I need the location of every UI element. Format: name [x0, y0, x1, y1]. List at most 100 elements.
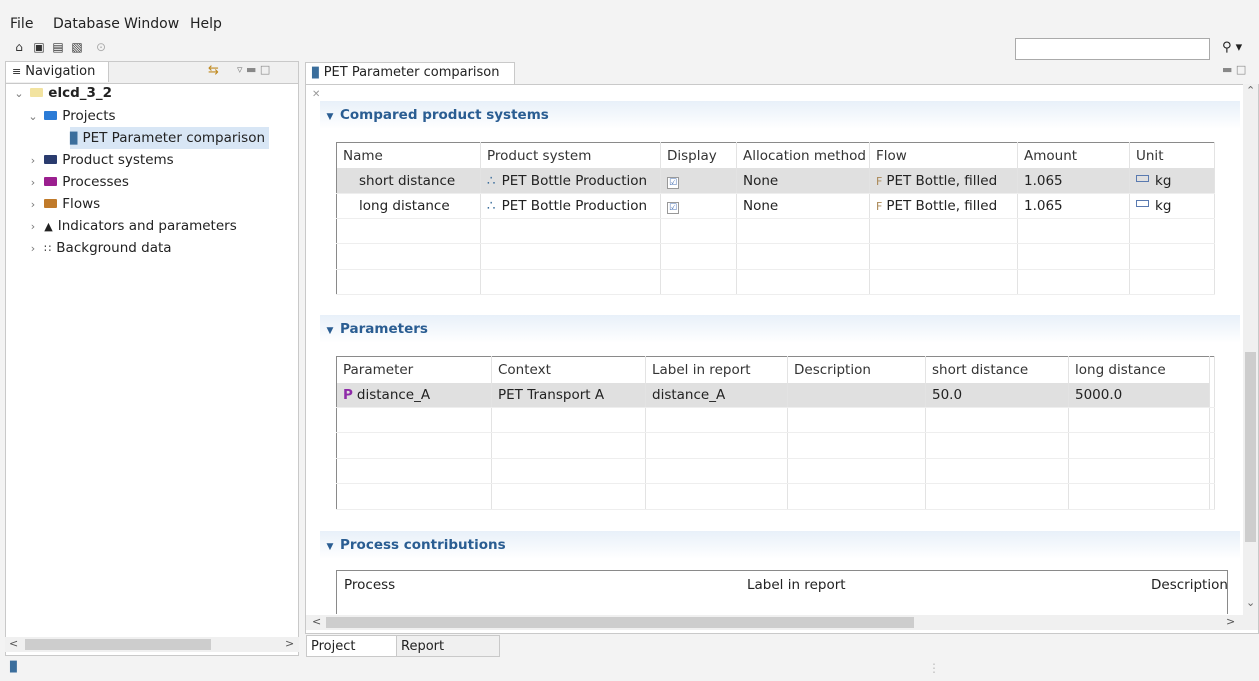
chevron-down-icon[interactable]: ⌄ [26, 106, 40, 128]
cell-flow[interactable]: F PET Bottle, filled [869, 193, 1018, 219]
column-header[interactable]: Allocation method [736, 142, 870, 169]
close-icon[interactable]: ✕ [312, 89, 320, 100]
tree-item-projects[interactable]: ⌄ Projects [26, 105, 115, 128]
cell-amount[interactable]: 1.065 [1017, 168, 1130, 194]
collapse-icon[interactable]: ▼ [320, 103, 340, 131]
cell-description[interactable] [787, 382, 926, 408]
maximize-icon[interactable]: ▬ □ [1222, 63, 1246, 76]
navigation-tab-label: Navigation [25, 64, 96, 79]
section-process-contributions[interactable]: ▼ Process contributions [320, 531, 1240, 559]
column-header[interactable]: Product system [480, 142, 661, 169]
table-row-empty [336, 243, 1215, 270]
menu-bar: File Database Window Help [0, 0, 1259, 36]
cell-display[interactable]: ☑ [660, 193, 737, 219]
menu-file[interactable]: File [10, 16, 33, 32]
navigation-tab[interactable]: ≡ Navigation [6, 62, 109, 82]
scroll-left-icon[interactable]: < [312, 615, 321, 628]
menu-database[interactable]: Database [53, 16, 120, 32]
cell-allocation[interactable]: None [736, 193, 870, 219]
cell-amount[interactable]: 1.065 [1017, 193, 1130, 219]
chevron-right-icon[interactable]: › [26, 194, 40, 216]
column-header[interactable]: short distance [925, 356, 1069, 383]
column-header[interactable]: Description [1151, 577, 1228, 593]
editor-vscrollbar[interactable]: ⌃ ⌄ [1243, 84, 1258, 615]
folder-icon [44, 110, 58, 120]
scroll-left-icon[interactable]: < [9, 637, 18, 650]
cell-system[interactable]: ∴ PET Bottle Production [480, 193, 661, 219]
cell-label[interactable]: distance_A [645, 382, 788, 408]
chevron-right-icon[interactable]: › [26, 150, 40, 172]
tree-root[interactable]: ⌄ elcd_3_2 [12, 82, 112, 104]
menu-help[interactable]: Help [190, 16, 222, 32]
cell-flow[interactable]: F PET Bottle, filled [869, 168, 1018, 194]
table-row-empty [336, 483, 1215, 510]
tree-item-background-data[interactable]: › ∷ Background data [26, 237, 172, 259]
cell-unit[interactable]: kg [1129, 168, 1215, 194]
column-header[interactable]: Flow [869, 142, 1018, 169]
column-header[interactable]: Unit [1129, 142, 1215, 169]
table-row-empty [336, 218, 1215, 245]
chevron-right-icon[interactable]: › [26, 238, 40, 260]
tree-item-processes[interactable]: › Processes [26, 171, 129, 193]
navigation-hscrollbar[interactable]: < > [5, 637, 299, 652]
scroll-up-icon[interactable]: ⌃ [1246, 84, 1255, 97]
table-row[interactable]: short distance ∴ PET Bottle Production ☑ … [336, 168, 1215, 194]
tree-item-flows[interactable]: › Flows [26, 193, 100, 215]
scroll-right-icon[interactable]: > [285, 637, 294, 650]
chevron-down-icon[interactable]: ⌄ [12, 83, 26, 105]
table-row[interactable]: long distance ∴ PET Bottle Production ☑ N… [336, 193, 1215, 219]
table-row[interactable]: Pdistance_A PET Transport A distance_A 5… [336, 382, 1215, 408]
column-header[interactable]: Display [660, 142, 737, 169]
tab-project-setup[interactable]: Project setup [306, 635, 397, 676]
view-menu-icon[interactable]: ▿ ▬ □ [237, 63, 270, 76]
tree-item-pet-parameter-comparison[interactable]: ▉ PET Parameter comparison [70, 127, 270, 149]
chevron-right-icon[interactable]: › [26, 216, 40, 238]
home-icon[interactable]: ⌂ [12, 40, 26, 54]
cell-system[interactable]: ∴ PET Bottle Production [480, 168, 661, 194]
collapse-icon[interactable]: ▼ [320, 533, 340, 561]
chevron-right-icon[interactable]: › [26, 172, 40, 194]
column-header[interactable]: Name [336, 142, 481, 169]
column-header[interactable]: Process [344, 577, 395, 593]
run-icon[interactable]: ⊙ [94, 40, 108, 54]
collapse-icon[interactable]: ▼ [320, 317, 340, 345]
save-as-icon[interactable]: ▤ [51, 40, 65, 54]
scroll-thumb[interactable] [1245, 352, 1256, 542]
column-header[interactable]: long distance [1068, 356, 1210, 383]
editor-hscrollbar[interactable]: < > [306, 615, 1258, 630]
column-header[interactable]: Description [787, 356, 926, 383]
section-parameters[interactable]: ▼ Parameters [320, 315, 1240, 343]
cell-display[interactable]: ☑ [660, 168, 737, 194]
cell-context[interactable]: PET Transport A [491, 382, 646, 408]
editor-tab[interactable]: ▉ PET Parameter comparison ✕ [305, 62, 515, 100]
cell-allocation[interactable]: None [736, 168, 870, 194]
column-header[interactable]: Label in report [645, 356, 788, 383]
scroll-thumb[interactable] [326, 617, 914, 628]
cell-long-distance[interactable]: 5000.0 [1068, 382, 1210, 408]
column-header[interactable]: Parameter [336, 356, 492, 383]
cell-name[interactable]: long distance [336, 193, 481, 219]
menu-window[interactable]: Window [124, 16, 179, 32]
save-all-icon[interactable]: ▧ [70, 40, 84, 54]
search-icon[interactable]: ⚲ ▾ [1222, 40, 1242, 55]
column-header[interactable]: Amount [1017, 142, 1130, 169]
checkbox[interactable]: ☑ [667, 201, 679, 214]
cell-parameter[interactable]: Pdistance_A [336, 382, 492, 408]
product-system-icon: ∴ [487, 172, 496, 189]
tree-item-product-systems[interactable]: › Product systems [26, 149, 174, 171]
section-compared-product-systems[interactable]: ▼ Compared product systems [320, 101, 1240, 129]
cell-name[interactable]: short distance [336, 168, 481, 194]
cell-unit[interactable]: kg [1129, 193, 1215, 219]
search-input[interactable] [1015, 38, 1210, 60]
scroll-thumb[interactable] [25, 639, 211, 650]
tab-report-sections[interactable]: Report sections [396, 635, 500, 676]
checkbox[interactable]: ☑ [667, 176, 679, 189]
scroll-down-icon[interactable]: ⌄ [1246, 596, 1255, 609]
link-editor-icon[interactable]: ⇆ [208, 63, 219, 78]
cell-short-distance[interactable]: 50.0 [925, 382, 1069, 408]
column-header[interactable]: Label in report [747, 577, 846, 593]
tree-item-indicators[interactable]: › ▲ Indicators and parameters [26, 215, 237, 237]
column-header[interactable]: Context [491, 356, 646, 383]
save-icon[interactable]: ▣ [32, 40, 46, 54]
scroll-right-icon[interactable]: > [1226, 615, 1235, 628]
